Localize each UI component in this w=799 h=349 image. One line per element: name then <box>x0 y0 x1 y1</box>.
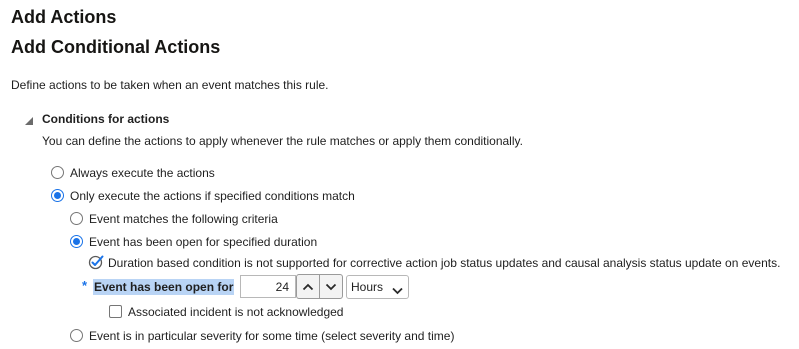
duration-label[interactable]: Event has been open for specified durati… <box>89 235 317 249</box>
chevron-up-icon <box>302 283 314 290</box>
always-execute-label[interactable]: Always execute the actions <box>70 166 215 180</box>
decrement-button[interactable] <box>319 274 343 299</box>
conditions-heading: Conditions for actions <box>42 112 170 126</box>
page-description: Define actions to be taken when an event… <box>11 78 329 92</box>
chevron-down-icon <box>325 283 337 290</box>
criteria-label[interactable]: Event matches the following criteria <box>89 212 278 226</box>
checkmark-icon <box>88 254 104 270</box>
duration-unit-value: Hours <box>351 280 384 294</box>
only-execute-radio[interactable] <box>51 189 64 202</box>
not-acknowledged-label[interactable]: Associated incident is not acknowledged <box>128 305 343 319</box>
page-title: Add Actions <box>11 7 117 27</box>
chevron-down-icon <box>392 284 403 298</box>
not-acknowledged-checkbox[interactable] <box>109 305 122 318</box>
duration-radio[interactable] <box>70 235 83 248</box>
severity-radio[interactable] <box>70 329 83 342</box>
open-for-duration-input[interactable] <box>240 275 296 298</box>
criteria-radio[interactable] <box>70 212 83 225</box>
collapse-triangle-icon[interactable] <box>24 113 34 125</box>
always-execute-radio[interactable] <box>51 166 64 179</box>
conditions-help-text: You can define the actions to apply when… <box>42 134 523 148</box>
open-for-label: Event has been open for <box>93 279 235 295</box>
page-subtitle: Add Conditional Actions <box>11 37 221 57</box>
required-indicator: * <box>82 278 88 293</box>
increment-button[interactable] <box>296 274 320 299</box>
duration-unit-select[interactable]: Hours <box>346 275 409 299</box>
duration-info-message: Duration based condition is not supporte… <box>108 256 781 270</box>
severity-label[interactable]: Event is in particular severity for some… <box>89 329 454 343</box>
only-execute-label[interactable]: Only execute the actions if specified co… <box>70 189 355 203</box>
